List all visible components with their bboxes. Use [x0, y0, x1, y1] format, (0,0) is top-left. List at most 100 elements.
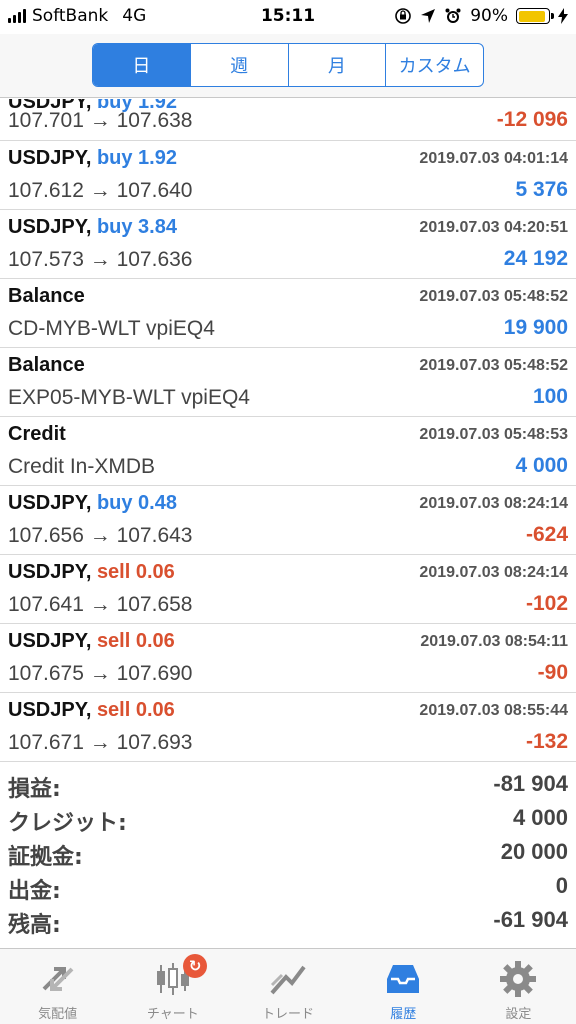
summary-value: 4 000 — [512, 805, 568, 830]
history-summary: 損益: -81 904 クレジット: 4 000 証拠金: 20 000 出金: 0 残高: -6… — [0, 767, 576, 947]
history-row[interactable]: USDJPY, sell 0.06 2019.07.03 08:24:14 107.… — [0, 555, 576, 624]
history-list[interactable]: USDJPY, buy 1.92 107.701 → 107.638 -12 096… — [0, 99, 576, 764]
history-row-value: -102 — [525, 592, 568, 615]
summary-row: 証拠金: 20 000 — [0, 835, 576, 870]
history-row-symbol: Balance — [8, 285, 85, 307]
history-row[interactable]: USDJPY, sell 0.06 2019.07.03 08:54:11 107.… — [0, 624, 576, 693]
history-row-detail: 107.612 → 107.640 — [8, 179, 193, 202]
history-row-title: Balance — [8, 354, 85, 377]
summary-value: 20 000 — [500, 839, 568, 864]
history-row-title: USDJPY, buy 3.84 — [8, 216, 177, 239]
history-row-symbol: USDJPY, — [8, 216, 92, 238]
history-row-title: USDJPY, sell 0.06 — [8, 561, 175, 584]
history-row-time: 2019.07.03 08:24:14 — [419, 564, 568, 581]
summary-label: 証拠金: — [8, 845, 83, 870]
history-row-side: buy 3.84 — [96, 216, 177, 238]
history-row[interactable]: USDJPY, buy 1.92 2019.07.03 04:01:14 107.6… — [0, 141, 576, 210]
summary-label: 損益: — [8, 777, 61, 802]
history-row[interactable]: USDJPY, buy 1.92 107.701 → 107.638 -12 096 — [0, 99, 576, 141]
history-row-title: USDJPY, sell 0.06 — [8, 699, 175, 722]
summary-label: 残高: — [8, 913, 61, 938]
tab-quotes-label: 気配値 — [38, 1007, 78, 1022]
history-row-symbol: USDJPY, — [8, 699, 92, 721]
history-row-value: -624 — [525, 523, 568, 546]
history-row-time: 2019.07.03 08:55:44 — [419, 702, 568, 719]
history-row-value: -90 — [537, 661, 568, 684]
history-row-detail: 107.641 → 107.658 — [8, 593, 193, 616]
period-bar: 日 週 月 カスタム — [0, 34, 576, 98]
history-row-title: Credit — [8, 423, 66, 446]
history-row-side: sell 0.06 — [96, 630, 175, 652]
quotes-icon — [38, 959, 78, 999]
history-row-side: buy 0.48 — [96, 492, 177, 514]
history-row-detail: 107.701 → 107.638 — [8, 109, 193, 132]
history-row[interactable]: Balance 2019.07.03 05:48:52 EXP05-MYB-WLT … — [0, 348, 576, 417]
history-row-value: 100 — [532, 385, 568, 408]
history-row-detail: 107.671 → 107.693 — [8, 731, 193, 754]
history-row-detail: EXP05-MYB-WLT vpiEQ4 — [8, 386, 250, 409]
chart-badge: ↻ — [183, 954, 208, 978]
summary-row: 損益: -81 904 — [0, 767, 576, 802]
history-row-symbol: Credit — [8, 423, 66, 445]
history-row-time: 2019.07.03 08:54:11 — [420, 633, 568, 650]
history-row-symbol: Balance — [8, 354, 85, 376]
history-row-symbol: USDJPY, — [8, 630, 92, 652]
history-row-time: 2019.07.03 05:48:53 — [419, 426, 568, 443]
history-row[interactable]: USDJPY, buy 0.48 2019.07.03 08:24:14 107.6… — [0, 486, 576, 555]
history-row-time: 2019.07.03 04:20:51 — [419, 219, 568, 236]
history-row[interactable]: USDJPY, sell 0.06 2019.07.03 08:55:44 107.… — [0, 693, 576, 762]
history-row-symbol: USDJPY, — [8, 147, 92, 169]
tab-trade-label: トレード — [262, 1007, 315, 1022]
tab-chart[interactable]: ↻ チャート — [115, 949, 230, 1024]
history-row[interactable]: Balance 2019.07.03 05:48:52 CD-MYB-WLT vpi… — [0, 279, 576, 348]
charging-icon — [558, 8, 568, 24]
battery-percent: 90% — [470, 6, 508, 26]
history-row-title: USDJPY, buy 0.48 — [8, 492, 177, 515]
period-tab-custom[interactable]: カスタム — [385, 44, 483, 86]
history-row-value: 24 192 — [503, 247, 568, 270]
tab-settings[interactable]: 設定 — [461, 949, 576, 1024]
history-row-title: USDJPY, buy 1.92 — [8, 147, 177, 170]
period-tab-day[interactable]: 日 — [93, 44, 190, 86]
history-row-symbol: USDJPY, — [8, 561, 92, 583]
alarm-icon — [445, 8, 461, 23]
summary-row: クレジット: 4 000 — [0, 801, 576, 836]
tab-quotes[interactable]: 気配値 — [0, 949, 115, 1024]
history-row-detail: CD-MYB-WLT vpiEQ4 — [8, 317, 215, 340]
history-row[interactable]: Credit 2019.07.03 05:48:53 Credit In-XMDB 4… — [0, 417, 576, 486]
history-row-symbol: USDJPY, — [8, 492, 92, 514]
settings-icon — [498, 959, 538, 999]
location-icon — [421, 9, 436, 23]
period-tab-month[interactable]: 月 — [287, 44, 386, 86]
summary-row: 残高: -61 904 — [0, 903, 576, 938]
history-row-side: sell 0.06 — [96, 699, 175, 721]
period-tab-week[interactable]: 週 — [189, 44, 288, 86]
tab-settings-label: 設定 — [505, 1007, 532, 1022]
trade-icon — [268, 959, 308, 999]
history-row[interactable]: USDJPY, buy 3.84 2019.07.03 04:20:51 107.5… — [0, 210, 576, 279]
tab-history[interactable]: 履歴 — [346, 949, 461, 1024]
history-row-detail: 107.656 → 107.643 — [8, 524, 193, 547]
status-bar: SoftBank 4G 15:11 90% — [0, 0, 576, 34]
tab-trade[interactable]: トレード — [230, 949, 345, 1024]
history-row-time: 2019.07.03 04:01:14 — [419, 150, 568, 167]
history-row-detail: 107.573 → 107.636 — [8, 248, 193, 271]
status-right: 90% — [394, 6, 568, 26]
history-row-time: 2019.07.03 08:24:14 — [419, 495, 568, 512]
summary-label: 出金: — [8, 879, 61, 904]
summary-label: クレジット: — [8, 811, 127, 836]
summary-value: -61 904 — [493, 907, 568, 932]
summary-row: 出金: 0 — [0, 869, 576, 904]
summary-value: -81 904 — [493, 771, 568, 796]
period-segmented-control: 日 週 月 カスタム — [92, 43, 484, 87]
history-row-title: USDJPY, sell 0.06 — [8, 630, 175, 653]
summary-value: 0 — [555, 873, 568, 898]
history-row-value: 4 000 — [515, 454, 568, 477]
history-row-side: buy 1.92 — [96, 147, 177, 169]
tab-history-label: 履歴 — [390, 1007, 417, 1022]
battery-icon — [516, 8, 554, 24]
history-row-detail: 107.675 → 107.690 — [8, 662, 193, 685]
orientation-lock-icon — [395, 8, 412, 24]
history-icon — [383, 959, 423, 999]
history-row-value: 19 900 — [503, 316, 568, 339]
